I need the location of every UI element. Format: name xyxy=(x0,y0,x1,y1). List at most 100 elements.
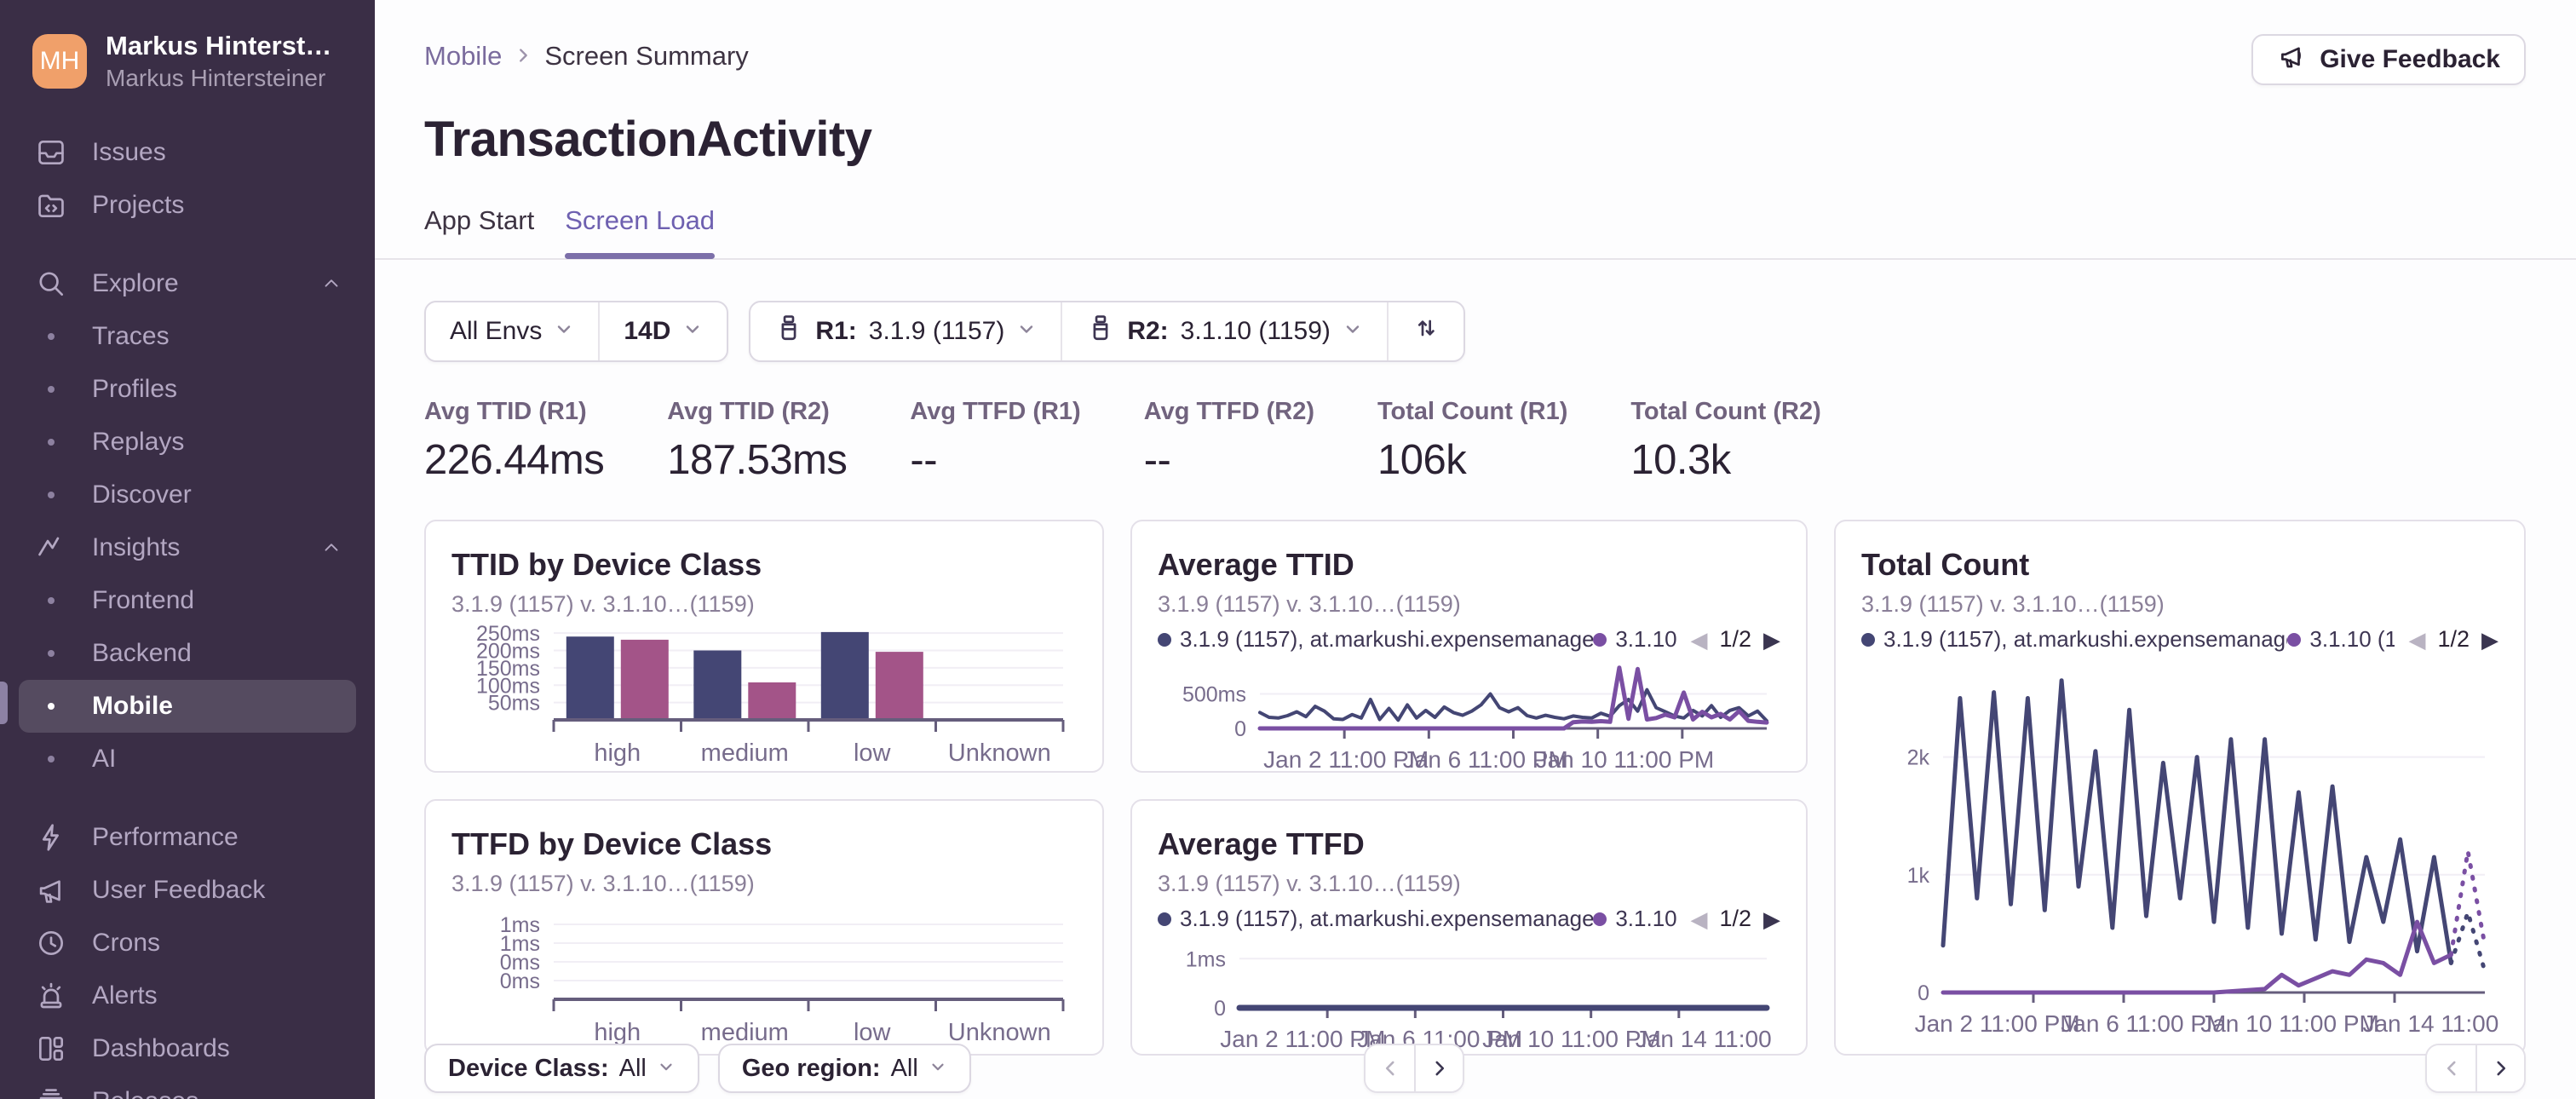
swap-releases-button[interactable] xyxy=(1386,302,1463,360)
chevron-up-icon[interactable] xyxy=(320,537,342,559)
release-icon xyxy=(1086,314,1115,349)
release-1-filter[interactable]: R1: 3.1.9 (1157) xyxy=(750,302,1061,360)
svg-text:50ms: 50ms xyxy=(488,692,540,716)
svg-text:Jan 10 11:00 PM: Jan 10 11:00 PM xyxy=(1536,746,1715,773)
chart-area: 1ms 0 Jan 2 11:00 PM Jan 6 11:00 PM Jan 10 1… xyxy=(1158,934,1780,1054)
sidebar-item-label: Backend xyxy=(92,639,192,667)
sidebar-item-label: Profiles xyxy=(92,375,178,403)
stat-block: Avg TTID (R2) 187.53ms xyxy=(667,398,848,484)
sidebar-item-label: Issues xyxy=(92,138,166,166)
tab-screen-load[interactable]: Screen Load xyxy=(565,205,715,259)
date-range-filter[interactable]: 14D xyxy=(598,302,727,360)
stat-value: 106k xyxy=(1377,437,1467,483)
lightning-icon xyxy=(32,821,70,854)
sidebar-item-alerts[interactable]: Alerts xyxy=(19,970,356,1022)
sidebar-item-replays[interactable]: Replays xyxy=(19,416,356,469)
svg-text:Jan 10 11:00 PM: Jan 10 11:00 PM xyxy=(2200,1010,2379,1037)
search-icon xyxy=(32,268,70,300)
svg-text:high: high xyxy=(594,1019,641,1046)
legend-next-icon[interactable]: ▶ xyxy=(2481,629,2498,651)
sidebar-item-label: Performance xyxy=(92,823,239,851)
breadcrumb-parent[interactable]: Mobile xyxy=(424,41,502,72)
sidebar-item-issues[interactable]: Issues xyxy=(19,126,356,179)
sidebar-item-frontend[interactable]: Frontend xyxy=(19,574,356,627)
filter-geo-region[interactable]: Geo region: All xyxy=(717,1044,971,1093)
release-1-prefix: R1: xyxy=(815,317,857,345)
legend-prev-icon[interactable]: ◀ xyxy=(2408,629,2425,651)
sidebar-item-label: Frontend xyxy=(92,586,195,614)
chart-area: 250ms 200ms 150ms 100ms 50ms high medium low Unk… xyxy=(451,619,1077,771)
filter-bar: All Envs 14D R1: 3.1.9 (1157) R2: 3.1.10… xyxy=(424,301,2526,362)
legend-label: 3.1.9 (1157), at.markushi.expensemanage xyxy=(1180,906,1594,931)
stat-value: 10.3k xyxy=(1630,437,1731,483)
bullet-icon xyxy=(32,650,70,657)
svg-text:0: 0 xyxy=(1214,997,1226,1021)
bullet-icon xyxy=(32,597,70,604)
release-2-filter[interactable]: R2: 3.1.10 (1159) xyxy=(1061,302,1387,360)
filter-label: Geo region: xyxy=(741,1054,881,1082)
dashboards-icon xyxy=(32,1033,70,1065)
user-menu[interactable]: MH Markus Hinterst… Markus Hintersteiner xyxy=(32,31,375,92)
legend-next-icon[interactable]: ▶ xyxy=(1763,908,1780,930)
sidebar-item-user-feedback[interactable]: User Feedback xyxy=(19,864,356,917)
give-feedback-button[interactable]: Give Feedback xyxy=(2251,34,2526,85)
chevron-up-icon[interactable] xyxy=(320,273,342,295)
sidebar-item-traces[interactable]: Traces xyxy=(19,310,356,363)
svg-text:low: low xyxy=(854,1019,892,1046)
next-page-button[interactable] xyxy=(1414,1045,1463,1091)
stat-label: Total Count (R2) xyxy=(1630,398,1821,425)
sidebar-item-label: Replays xyxy=(92,428,185,456)
sidebar-item-projects[interactable]: Projects xyxy=(19,179,356,232)
sidebar-item-backend[interactable]: Backend xyxy=(19,627,356,680)
sidebar-item-mobile[interactable]: Mobile xyxy=(19,680,356,733)
card-title: TTID by Device Class xyxy=(451,547,762,582)
issues-icon xyxy=(32,136,70,169)
svg-text:0: 0 xyxy=(1234,717,1246,741)
release-2-value: 3.1.10 (1159) xyxy=(1180,317,1331,345)
svg-text:low: low xyxy=(854,739,892,767)
svg-text:1ms: 1ms xyxy=(1186,947,1226,971)
stat-value: 187.53ms xyxy=(667,437,848,483)
card-average-ttfd: Average TTFD 3.1.9 (1157) v. 3.1.10…(1159… xyxy=(1130,799,1808,1056)
filter-value: All xyxy=(890,1054,918,1082)
chart-legend: 3.1.9 (1157), at.markushi.expensemanage 3… xyxy=(1861,626,2498,653)
sidebar-item-ai[interactable]: AI xyxy=(19,733,356,785)
previous-page-button[interactable] xyxy=(1366,1045,1414,1091)
sidebar-item-performance[interactable]: Performance xyxy=(19,811,356,864)
stat-block: Total Count (R2) 10.3k xyxy=(1630,398,1820,484)
chevron-down-icon xyxy=(929,1055,947,1083)
filter-device-class[interactable]: Device Class: All xyxy=(424,1044,699,1093)
previous-page-button[interactable] xyxy=(2427,1045,2475,1091)
release-icon xyxy=(774,314,803,349)
sidebar-item-releases[interactable]: Releases xyxy=(19,1075,356,1099)
stat-value: 226.44ms xyxy=(424,437,605,483)
tab-app-start[interactable]: App Start xyxy=(424,205,534,256)
breadcrumb: Mobile Screen Summary xyxy=(424,41,749,72)
legend-prev-icon[interactable]: ◀ xyxy=(1690,629,1707,651)
legend-prev-icon[interactable]: ◀ xyxy=(1690,908,1707,930)
sidebar-item-label: Alerts xyxy=(92,981,158,1010)
card-ttfd-by-device-class: TTFD by Device Class 3.1.9 (1157) v. 3.1.… xyxy=(424,799,1104,1056)
chevron-right-icon xyxy=(514,41,532,72)
chevron-down-icon xyxy=(657,1055,676,1083)
sidebar-nav: Issues Projects Explore Traces Profiles Repla… xyxy=(0,126,375,1099)
bullet-icon xyxy=(32,492,70,498)
environment-filter[interactable]: All Envs xyxy=(426,302,598,360)
chevron-down-icon xyxy=(554,317,574,346)
card-subtitle: 3.1.9 (1157) v. 3.1.10…(1159) xyxy=(1861,591,2165,617)
sidebar-item-discover[interactable]: Discover xyxy=(19,469,356,521)
bullet-icon xyxy=(32,756,70,762)
next-page-button[interactable] xyxy=(2475,1045,2524,1091)
user-org: Markus Hintersteiner xyxy=(106,65,326,91)
sidebar-item-crons[interactable]: Crons xyxy=(19,917,356,970)
bullet-icon xyxy=(32,703,70,710)
sidebar-item-profiles[interactable]: Profiles xyxy=(19,363,356,416)
sidebar-item-dashboards[interactable]: Dashboards xyxy=(19,1022,356,1075)
legend-next-icon[interactable]: ▶ xyxy=(1763,629,1780,651)
legend-label: 3.1.9 (1157), at.markushi.expensemanage xyxy=(1883,626,2288,652)
legend-label: 3.1.10 xyxy=(1615,626,1677,652)
sidebar-item-insights[interactable]: Insights xyxy=(19,521,356,574)
legend-dot xyxy=(2287,632,2302,647)
sidebar-item-explore[interactable]: Explore xyxy=(19,257,356,310)
